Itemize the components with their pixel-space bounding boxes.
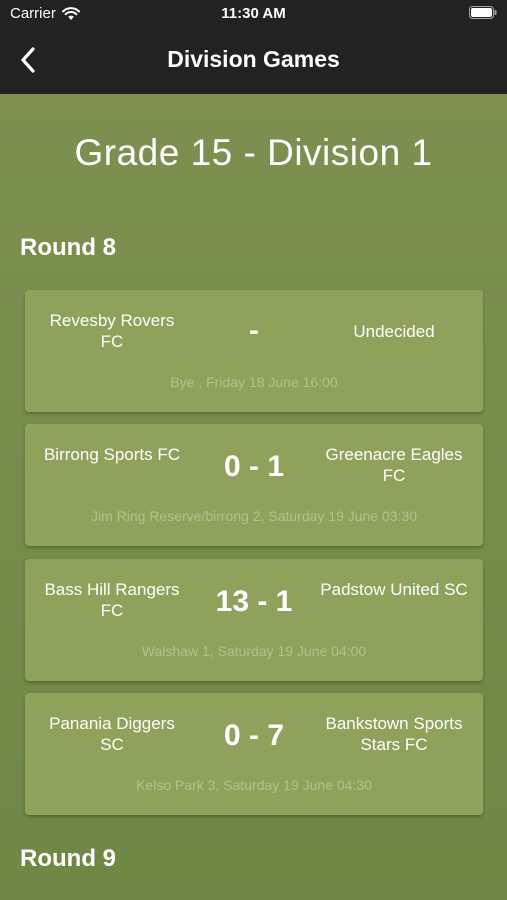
battery-icon [469, 6, 497, 19]
match-card[interactable]: Birrong Sports FC 0 - 1 Greenacre Eagles… [25, 424, 483, 546]
match-venue-time: Jim Ring Reserve/birrong 2, Saturday 19 … [90, 508, 418, 524]
home-team: Bass Hill Rangers FC [44, 580, 180, 620]
games-list[interactable]: Grade 15 - Division 1 Round 8 Revesby Ro… [0, 94, 507, 900]
navigation-bar: Division Games [0, 26, 507, 94]
match-score: 13 - 1 [215, 585, 293, 618]
away-team: Padstow United SC [320, 580, 468, 599]
match-card[interactable]: Bass Hill Rangers FC 13 - 1 Padstow Unit… [25, 559, 483, 681]
nav-title: Division Games [167, 46, 340, 72]
match-score: - [249, 314, 259, 347]
page-title: Grade 15 - Division 1 [74, 132, 433, 173]
match-venue-time: Bye , Friday 18 June 16:00 [170, 374, 338, 390]
away-team: Bankstown Sports Stars FC [325, 714, 463, 754]
home-team: Birrong Sports FC [43, 445, 181, 464]
match-venue-time: Walshaw 1, Saturday 19 June 04:00 [141, 643, 367, 659]
home-team: Revesby Rovers FC [49, 311, 175, 351]
match-card[interactable]: Panania Diggers SC 0 - 7 Bankstown Sport… [25, 693, 483, 815]
round-label: Round 8 [20, 234, 116, 261]
away-team: Greenacre Eagles FC [325, 445, 463, 485]
match-score: 0 - 1 [223, 450, 285, 483]
match-card[interactable]: Revesby Rovers FC - Undecided Bye , Frid… [25, 290, 483, 412]
match-venue-time: Kelso Park 3, Saturday 19 June 04:30 [136, 777, 372, 793]
home-team: Panania Diggers SC [49, 714, 175, 754]
status-bar: Carrier 11:30 AM [0, 0, 507, 26]
status-time: 11:30 AM [221, 5, 286, 22]
round-label: Round 9 [20, 845, 116, 872]
away-team: Undecided [353, 322, 435, 341]
match-score: 0 - 7 [223, 719, 285, 752]
